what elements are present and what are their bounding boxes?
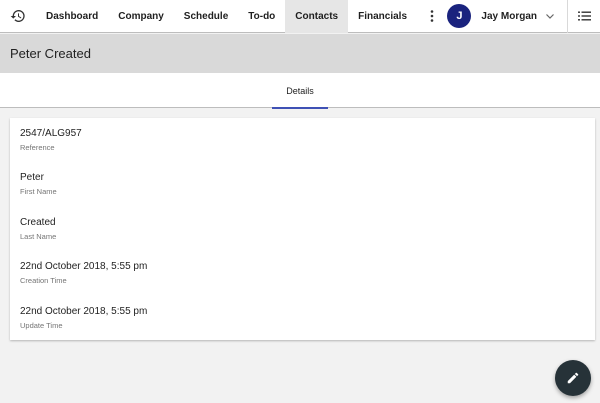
field-reference: 2547/ALG957 Reference: [20, 128, 82, 152]
field-first-name: Peter First Name: [20, 172, 57, 196]
nav-contacts[interactable]: Contacts: [285, 0, 349, 33]
edit-button[interactable]: [555, 360, 591, 396]
tab-bar: Details: [0, 73, 600, 109]
list-menu-button[interactable]: [568, 0, 600, 33]
nav-financials[interactable]: Financials: [348, 0, 417, 33]
nav-schedule[interactable]: Schedule: [174, 0, 238, 33]
field-value: Created: [20, 217, 56, 228]
top-nav: Dashboard Company Schedule To-do Contact…: [0, 0, 600, 33]
field-last-name: Created Last Name: [20, 217, 56, 241]
field-label: First Name: [20, 187, 57, 196]
field-creation-time: 22nd October 2018, 5:55 pm Creation Time: [20, 261, 147, 285]
field-update-time: 22nd October 2018, 5:55 pm Update Time: [20, 306, 147, 330]
field-value: 2547/ALG957: [20, 128, 82, 139]
history-button[interactable]: [0, 0, 36, 33]
details-card: 2547/ALG957 Reference Peter First Name C…: [10, 118, 595, 340]
history-icon: [10, 10, 25, 22]
chevron-down-icon: [546, 13, 554, 19]
page-title: Peter Created: [10, 46, 91, 61]
field-label: Reference: [20, 143, 55, 152]
field-label: Update Time: [20, 321, 63, 330]
avatar[interactable]: J: [447, 4, 472, 28]
more-vert-icon: [430, 10, 434, 22]
more-menu-button[interactable]: [417, 0, 447, 33]
field-value: Peter: [20, 172, 44, 183]
field-label: Last Name: [20, 232, 57, 241]
user-menu-toggle[interactable]: [545, 11, 555, 21]
field-value: 22nd October 2018, 5:55 pm: [20, 306, 148, 317]
page-header: Peter Created: [0, 34, 600, 73]
user-name[interactable]: Jay Morgan: [481, 11, 537, 22]
nav-todo[interactable]: To-do: [238, 0, 285, 33]
tab-details[interactable]: Details: [272, 73, 328, 109]
nav-dashboard[interactable]: Dashboard: [36, 0, 108, 33]
edit-icon: [567, 372, 579, 384]
nav-company[interactable]: Company: [108, 0, 174, 33]
list-icon: [577, 11, 591, 21]
field-value: 22nd October 2018, 5:55 pm: [20, 261, 148, 272]
field-label: Creation Time: [20, 276, 67, 285]
